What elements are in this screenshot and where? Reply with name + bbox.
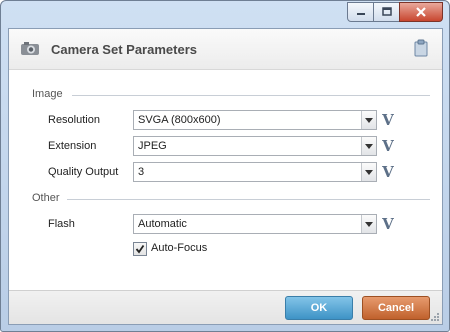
flash-select[interactable]: Automatic <box>133 214 377 234</box>
variable-icon: V <box>382 163 394 181</box>
maximize-icon <box>381 7 392 16</box>
resolution-label: Resolution <box>48 114 100 126</box>
autofocus-checkbox[interactable] <box>133 242 147 256</box>
variable-icon: V <box>382 137 394 155</box>
close-button[interactable] <box>399 2 443 22</box>
flash-label: Flash <box>48 218 75 230</box>
chevron-down-icon[interactable] <box>361 111 376 129</box>
dialog-footer: OK Cancel <box>9 290 442 324</box>
extension-select[interactable]: JPEG <box>133 136 377 156</box>
checkmark-icon <box>135 244 145 254</box>
section-image-divider <box>72 95 430 96</box>
minimize-button[interactable] <box>347 2 374 22</box>
cancel-button[interactable]: Cancel <box>362 296 430 320</box>
flash-variable-button[interactable]: V <box>377 214 399 234</box>
quality-label: Quality Output <box>48 166 119 178</box>
quality-value: 3 <box>138 166 145 178</box>
extension-label: Extension <box>48 140 97 152</box>
dialog-window: Camera Set Parameters Image Resolution S… <box>0 0 450 332</box>
dialog-header: Camera Set Parameters <box>9 29 442 70</box>
camera-icon <box>21 42 39 55</box>
autofocus-label[interactable]: Auto-Focus <box>151 242 207 254</box>
chevron-down-icon[interactable] <box>361 215 376 233</box>
extension-variable-button[interactable]: V <box>377 136 399 156</box>
resize-grip-icon[interactable] <box>430 312 440 322</box>
extension-value: JPEG <box>138 140 167 152</box>
resolution-select[interactable]: SVGA (800x600) <box>133 110 377 130</box>
dialog-title: Camera Set Parameters <box>51 42 197 57</box>
title-bar[interactable] <box>1 1 449 27</box>
variable-icon: V <box>382 215 394 233</box>
close-icon <box>416 7 426 17</box>
dialog-frame: Camera Set Parameters Image Resolution S… <box>8 28 443 325</box>
flash-value: Automatic <box>138 218 187 230</box>
resolution-value: SVGA (800x600) <box>138 114 221 126</box>
variable-icon: V <box>382 111 394 129</box>
section-other-divider <box>67 199 430 200</box>
section-image-label: Image <box>32 88 63 100</box>
ok-button[interactable]: OK <box>285 296 353 320</box>
window-controls <box>347 2 443 22</box>
resolution-variable-button[interactable]: V <box>377 110 399 130</box>
clipboard-icon[interactable] <box>414 39 428 57</box>
quality-variable-button[interactable]: V <box>377 162 399 182</box>
quality-select[interactable]: 3 <box>133 162 377 182</box>
minimize-icon <box>356 13 365 15</box>
section-other-label: Other <box>32 192 60 204</box>
chevron-down-icon[interactable] <box>361 163 376 181</box>
chevron-down-icon[interactable] <box>361 137 376 155</box>
maximize-button[interactable] <box>373 2 400 22</box>
